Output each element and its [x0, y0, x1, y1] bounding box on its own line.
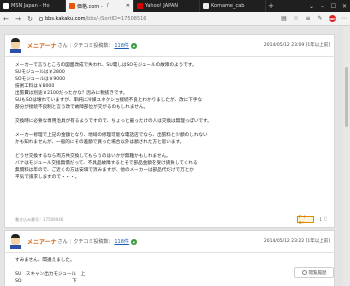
user-name-link[interactable]: メニアーナ — [27, 41, 57, 50]
nice-count: 1 — [319, 217, 322, 222]
rank-badge-icon: ◆ — [130, 42, 137, 49]
post-body: メーカーで言うところの図面改成で失われ、SU電しはSOモジュールの故障のようです… — [15, 62, 325, 181]
post-line: すみません、間違えました。 — [15, 258, 75, 263]
nice-button[interactable]: ナイス！ — [297, 214, 314, 225]
komame-favicon-icon — [203, 3, 209, 9]
posts-label: クチコミ投稿数： — [73, 239, 114, 245]
minimize-icon[interactable]: – — [317, 0, 328, 12]
post-line: 無償料は年ので、ご近くの方は安価で済みますが、他のメーカーは部品代だけで万とか — [15, 168, 194, 173]
review-post: メニアーナ さん | クチコミ投稿数： 118件 ◆ 2014/05/12 23… — [4, 230, 335, 286]
web-note-icon[interactable]: ✎ — [314, 12, 326, 26]
close-window-icon[interactable]: ✕ — [339, 0, 350, 12]
address-bar: ← → ↻ bbs.kakaku.com /bbs/-/SortID=17508… — [0, 12, 350, 26]
scroll-thumb[interactable] — [345, 67, 348, 127]
post-date: 2014/05/12 23:09 [1年以上前] — [263, 43, 330, 48]
bookmark-icon[interactable]: ▯ — [324, 216, 330, 223]
post-line: バナはモジュール交換無償だって、不具品故障するとそで部品金額を受け請負してくれる — [15, 161, 198, 166]
extension-label: ABP — [328, 15, 336, 22]
honorific: さん — [57, 239, 68, 245]
post-line: メーカー修理で上記の金額となり、地域の修理可能な電話店でなら、出張料と少額のしれ… — [15, 133, 208, 138]
maximize-icon[interactable]: ☐ — [328, 0, 339, 12]
page-info-icon — [39, 16, 43, 21]
post-line: 部分が接続不良制と言う改で故障部位が交がるのもしれません。 — [15, 105, 149, 110]
tab-yahoo[interactable]: Yahoo! JAPAN — [134, 0, 200, 12]
scrollbar[interactable] — [343, 27, 350, 286]
tab-label: 価格.com - 「 — [77, 3, 110, 10]
post-header: メニアーナ さん | クチコミ投稿数： 118件 ◆ 2014/05/12 23… — [5, 231, 334, 253]
post-line: SUモジュールは￥2800 — [15, 70, 65, 75]
post-footer: 書き込み番号：17509046 ナイス！ 1 ▯ — [5, 212, 334, 228]
tab-kakaku[interactable]: 価格.com - 「 ✕ — [66, 0, 134, 12]
forward-icon[interactable]: → — [12, 12, 24, 26]
more-icon[interactable]: ⋯ — [338, 12, 350, 26]
msn-favicon-icon — [3, 3, 9, 9]
post-line: SUもSOは壊れていますが、単純に冷媒ユネクショ接続不良とわかりましたが、改に下… — [15, 98, 203, 103]
post-line: かも知れませんが、一般的にその差額で買った場合以外は額された方と思います。 — [15, 140, 185, 145]
browse-history-button[interactable]: 閲覧履歴 — [294, 267, 334, 278]
rank-badge-icon: ◆ — [130, 238, 137, 245]
close-tab-icon[interactable]: ✕ — [123, 3, 130, 9]
favorite-star-icon[interactable]: ☆ — [290, 12, 302, 26]
new-tab-button[interactable]: + — [266, 0, 276, 12]
tab-label: Komame_cab — [211, 3, 245, 9]
avatar[interactable] — [9, 234, 22, 249]
tab-strip: MSN Japan - Ho 価格.com - 「 ✕ Yahoo! JAPAN… — [0, 0, 350, 12]
tab-komame[interactable]: Komame_cab — [200, 0, 266, 12]
posts-count-link[interactable]: 118件 — [114, 238, 129, 245]
post-line: SO 下 — [15, 279, 77, 284]
avatar[interactable] — [9, 38, 22, 53]
tab-msn[interactable]: MSN Japan - Ho — [0, 0, 66, 12]
reading-view-icon[interactable]: ▤ — [278, 12, 290, 26]
tab-label: MSN Japan - Ho — [11, 3, 50, 9]
post-header: メニアーナ さん | クチコミ投稿数： 118件 ◆ 2014/05/12 23… — [5, 35, 334, 57]
review-post: メニアーナ さん | クチコミ投稿数： 118件 ◆ 2014/05/12 23… — [4, 34, 335, 228]
hub-icon[interactable]: ≡ — [302, 12, 314, 26]
user-line: メニアーナ さん | クチコミ投稿数： 118件 ◆ — [27, 237, 137, 246]
user-name-link[interactable]: メニアーナ — [27, 237, 57, 246]
page-content: メニアーナ さん | クチコミ投稿数： 118件 ◆ 2014/05/12 23… — [0, 27, 350, 286]
post-body: すみません、間違えました。 SU スキャン出力モジュール 上 SO 下 — [15, 257, 325, 285]
url-domain: bbs.kakaku.com — [45, 15, 86, 22]
browse-history-label: 閲覧履歴 — [308, 270, 327, 276]
post-line: SU スキャン出力モジュール 上 — [15, 272, 86, 277]
post-line: 出張費は別途￥2100だったかな？因みに税抜きです。 — [15, 91, 128, 96]
refresh-icon[interactable]: ↻ — [24, 12, 36, 26]
tab-preview-icon[interactable]: ⌄ — [306, 0, 317, 12]
post-line: 技術工料は￥8000 — [15, 84, 55, 89]
post-date: 2014/05/12 23:22 [1年以上前] — [263, 239, 330, 244]
post-id: 書き込み番号：17509046 — [15, 217, 64, 222]
url-path: /bbs/-/SortID=17508516 — [85, 15, 147, 22]
adblock-extension-icon[interactable]: ABP — [326, 12, 338, 26]
post-line: 交換時に必要な専用治具が有るようですので、ちょっと厳ったけの人は交換は無理っぽい… — [15, 119, 212, 124]
honorific: さん — [57, 43, 68, 49]
posts-count-link[interactable]: 118件 — [114, 42, 129, 49]
kakaku-favicon-icon — [69, 3, 75, 9]
post-line: SOモジュールは￥9000 — [15, 77, 66, 82]
history-icon — [301, 270, 307, 275]
user-line: メニアーナ さん | クチコミ投稿数： 118件 ◆ — [27, 41, 137, 50]
posts-label: クチコミ投稿数： — [73, 43, 114, 49]
post-line: メーカーで言うところの図面改成で失われ、SU電しはSOモジュールの故障のようです… — [15, 63, 197, 68]
post-line: どうせ交換するなら両方共交換してもらうのはいかが無難かもしれません。 — [15, 154, 171, 159]
yahoo-favicon-icon — [137, 3, 143, 9]
back-icon[interactable]: ← — [0, 12, 12, 26]
url-field[interactable]: bbs.kakaku.com /bbs/-/SortID=17508516 — [39, 14, 223, 24]
tab-label: Yahoo! JAPAN — [145, 3, 178, 9]
post-line: 平気で請求しますので・・・。 — [15, 175, 80, 180]
